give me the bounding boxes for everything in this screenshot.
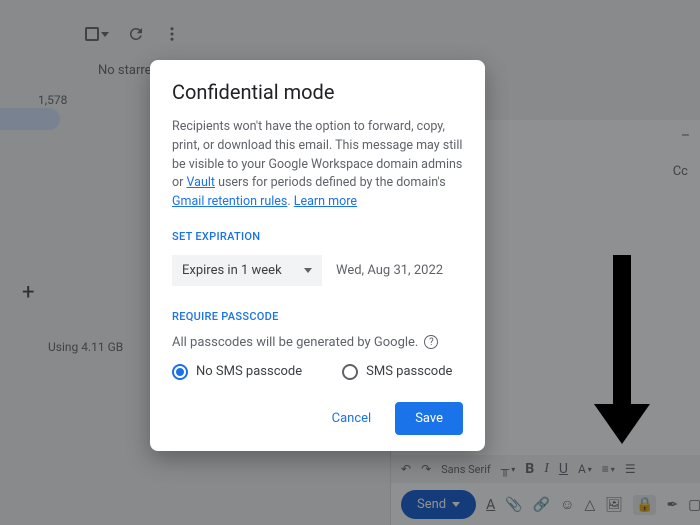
radio-selected-icon [172,364,188,380]
expiration-section-label: SET EXPIRATION [172,230,463,243]
sms-passcode-radio[interactable]: SMS passcode [342,364,452,380]
help-icon[interactable]: ? [424,335,438,349]
passcode-note: All passcodes will be generated by Googl… [172,335,463,350]
dialog-description: Recipients won't have the option to forw… [172,118,463,212]
vault-link[interactable]: Vault [186,175,215,190]
radio-unselected-icon [342,364,358,380]
annotation-arrow [594,255,650,444]
no-sms-passcode-radio[interactable]: No SMS passcode [172,364,302,380]
caret-down-icon [304,268,312,273]
passcode-section-label: REQUIRE PASSCODE [172,310,463,323]
expiration-dropdown[interactable]: Expires in 1 week [172,255,322,286]
learn-more-link[interactable]: Learn more [294,194,357,209]
dialog-title: Confidential mode [172,80,463,104]
save-button[interactable]: Save [395,402,463,435]
confidential-mode-dialog: Confidential mode Recipients won't have … [150,60,485,451]
retention-rules-link[interactable]: Gmail retention rules [172,194,287,209]
cancel-button[interactable]: Cancel [322,403,382,434]
expiration-date-display: Wed, Aug 31, 2022 [336,263,443,278]
